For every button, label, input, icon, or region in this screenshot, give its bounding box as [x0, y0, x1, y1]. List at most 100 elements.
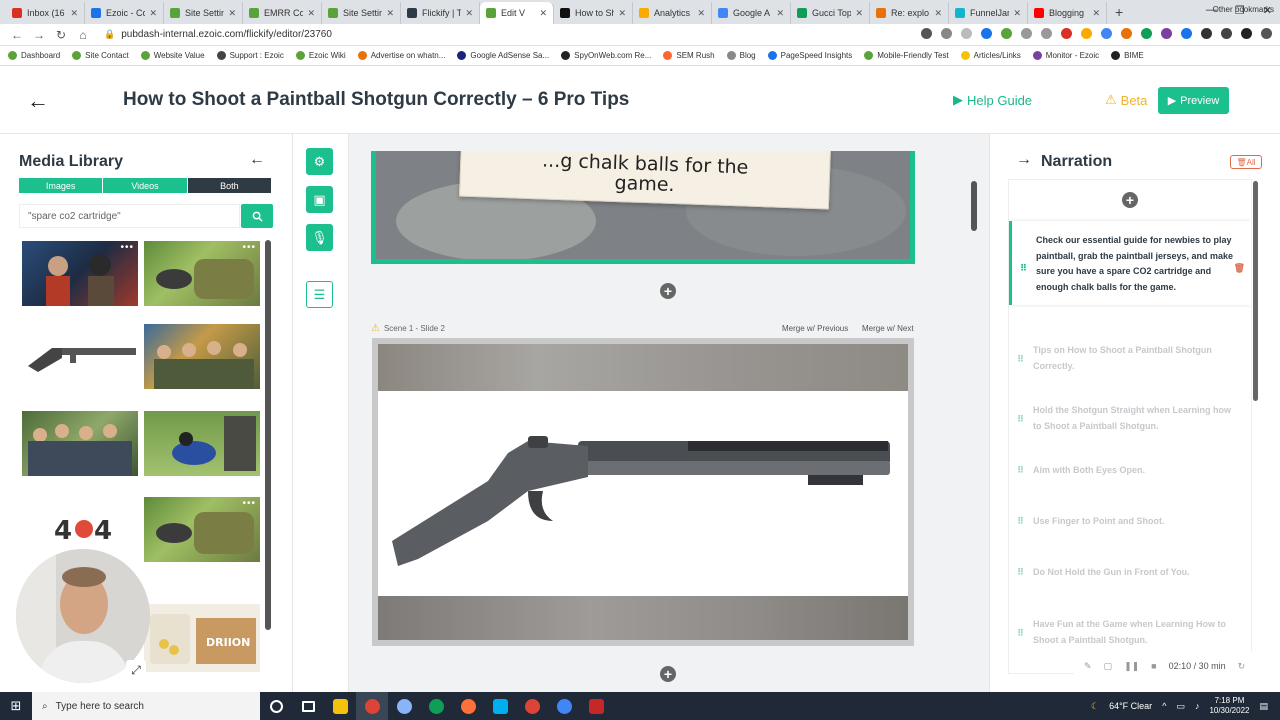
extension-icon[interactable] — [1001, 28, 1012, 39]
add-slide-icon[interactable]: + — [660, 283, 676, 299]
media-thumbnail[interactable] — [22, 411, 138, 476]
drag-handle-icon[interactable]: ⠿ — [1017, 412, 1024, 428]
firefox-icon[interactable] — [452, 692, 484, 720]
narration-item[interactable]: ⠿ Check our essential guide for newbies … — [1009, 221, 1251, 305]
bookmark-item[interactable]: Website Value — [140, 51, 205, 60]
tab-images[interactable]: Images — [19, 178, 104, 193]
bookmark-item[interactable]: BIME — [1111, 51, 1144, 60]
text-tool-button[interactable]: ☰ — [306, 281, 333, 308]
add-narration-icon[interactable]: + — [1122, 192, 1138, 208]
canvas-scrollbar[interactable] — [971, 181, 977, 231]
media-thumbnail[interactable] — [144, 411, 260, 476]
media-thumbnail[interactable] — [22, 324, 138, 389]
close-tab-icon[interactable]: ✕ — [776, 8, 784, 19]
new-tab-icon[interactable]: + — [1115, 4, 1123, 20]
media-tool-button[interactable]: ▣ — [306, 186, 333, 213]
extension-icon[interactable] — [1121, 28, 1132, 39]
bookmark-item[interactable]: SEM Rush — [663, 51, 715, 60]
extension-icon[interactable] — [1021, 28, 1032, 39]
close-tab-icon[interactable]: ✕ — [934, 8, 942, 19]
bookmark-item[interactable]: Ezoic Wiki — [295, 51, 346, 60]
media-thumbnail[interactable]: ••• — [22, 241, 138, 306]
bookmark-item[interactable]: Support : Ezoic — [216, 51, 284, 60]
close-tab-icon[interactable]: ✕ — [1092, 8, 1100, 19]
drag-handle-icon[interactable]: ⠿ — [1017, 626, 1024, 642]
task-view-icon[interactable] — [292, 692, 324, 720]
browser-tab[interactable]: Re: explo ✕ — [870, 2, 949, 24]
notifications-icon[interactable]: ▤ — [1259, 701, 1268, 712]
extension-icon[interactable] — [1041, 28, 1052, 39]
narration-scrollbar[interactable] — [1253, 181, 1258, 401]
media-thumbnail[interactable]: ••• — [144, 497, 260, 562]
bookmark-item[interactable]: PageSpeed Insights — [767, 51, 852, 60]
clock[interactable]: 7:18 PM 10/30/2022 — [1209, 696, 1249, 716]
merge-previous-link[interactable]: Merge w/ Previous — [782, 324, 848, 333]
volume-icon[interactable]: ♪ — [1195, 701, 1200, 711]
browser-tab[interactable]: Google A ✕ — [712, 2, 791, 24]
media-thumbnail[interactable]: ••• — [144, 241, 260, 306]
browser-tab[interactable]: Analytics ✕ — [633, 2, 712, 24]
url-field[interactable]: 🔒 pubdash-internal.ezoic.com/flickify/ed… — [104, 29, 332, 40]
install-icon[interactable] — [921, 28, 932, 39]
bookmark-item[interactable]: Dashboard — [8, 51, 60, 60]
menu-icon[interactable] — [1261, 28, 1272, 39]
chrome-icon[interactable] — [548, 692, 580, 720]
pause-icon[interactable]: ❚❚ — [1124, 661, 1139, 672]
bookmark-item[interactable]: Blog — [726, 51, 756, 60]
bookmark-item[interactable]: Mobile-Friendly Test — [864, 51, 949, 60]
add-slide-icon[interactable]: + — [660, 666, 676, 682]
drag-handle-icon[interactable]: ⠿ — [1017, 565, 1024, 581]
drag-handle-icon[interactable]: ⠿ — [1020, 261, 1027, 277]
extension-icon[interactable] — [1061, 28, 1072, 39]
close-tab-icon[interactable]: ✕ — [70, 8, 78, 19]
browser-tab[interactable]: FunnelJar ✕ — [949, 2, 1028, 24]
media-search-input[interactable]: "spare co2 cartridge" — [19, 204, 240, 228]
extension-icon[interactable] — [1181, 28, 1192, 39]
preview-button[interactable]: ▶ Preview — [1158, 87, 1229, 114]
collapse-arrow-icon[interactable]: → — [1016, 151, 1032, 169]
browser-tab[interactable]: Edit V ✕ — [480, 2, 554, 24]
windows-start-icon[interactable]: ⊞ — [0, 692, 32, 720]
settings-tool-button[interactable]: ⚙ — [306, 148, 333, 175]
close-tab-icon[interactable]: ✕ — [618, 8, 626, 19]
browser-tab[interactable]: How to Sh ✕ — [554, 2, 633, 24]
close-tab-icon[interactable]: ✕ — [386, 8, 394, 19]
app-icon[interactable] — [580, 692, 612, 720]
narration-item[interactable]: ⠿ Do Not Hold the Gun in Front of You. — [1009, 565, 1251, 581]
browser-tab[interactable]: Gucci Top ✕ — [791, 2, 870, 24]
tray-arrow-icon[interactable]: ^ — [1162, 701, 1166, 711]
trash-icon[interactable]: 🗑 — [1234, 261, 1245, 277]
narration-item[interactable]: ⠿ Aim with Both Eyes Open. — [1009, 463, 1251, 479]
browser-tab[interactable]: EMRR Co ✕ — [243, 2, 322, 24]
merge-next-link[interactable]: Merge w/ Next — [862, 324, 914, 333]
back-arrow-icon[interactable]: ← — [27, 88, 49, 114]
puzzle-icon[interactable] — [1201, 28, 1212, 39]
delete-all-button[interactable]: 🗑 All — [1230, 155, 1262, 169]
star-icon[interactable] — [961, 28, 972, 39]
sidebar-icon[interactable] — [1221, 28, 1232, 39]
file-explorer-icon[interactable] — [324, 692, 356, 720]
network-icon[interactable]: ▭ — [1176, 701, 1185, 712]
tab-both[interactable]: Both — [187, 178, 271, 193]
close-tab-icon[interactable]: ✕ — [855, 8, 863, 19]
drag-handle-icon[interactable]: ⠿ — [1017, 352, 1024, 368]
drag-handle-icon[interactable]: ⠿ — [1017, 463, 1024, 479]
slide-2-preview[interactable] — [372, 338, 914, 646]
expand-icon[interactable]: ⤢ — [126, 660, 146, 680]
bookmark-item[interactable]: Site Contact — [72, 51, 129, 60]
browser-tab[interactable]: Site Settin ✕ — [164, 2, 243, 24]
narration-item[interactable]: ⠿ Use Finger to Point and Shoot. — [1009, 514, 1251, 530]
bookmark-item[interactable]: Monitor - Ezoic — [1032, 51, 1099, 60]
extension-icon[interactable] — [981, 28, 992, 39]
extension-icon[interactable] — [1141, 28, 1152, 39]
other-bookmarks[interactable]: Other bookmarks — [1213, 5, 1274, 14]
media-scrollbar[interactable] — [265, 240, 271, 630]
app-icon[interactable] — [388, 692, 420, 720]
browser-tab[interactable]: Ezoic - Co ✕ — [85, 2, 164, 24]
cortana-icon[interactable] — [260, 692, 292, 720]
more-options-icon[interactable]: ••• — [242, 242, 256, 253]
media-thumbnail[interactable]: DRIION — [144, 604, 260, 672]
close-tab-icon[interactable]: ✕ — [465, 8, 473, 19]
stop-icon[interactable]: ■ — [1151, 661, 1156, 671]
slide-1-preview[interactable]: ...g chalk balls for the game. — [371, 151, 915, 264]
